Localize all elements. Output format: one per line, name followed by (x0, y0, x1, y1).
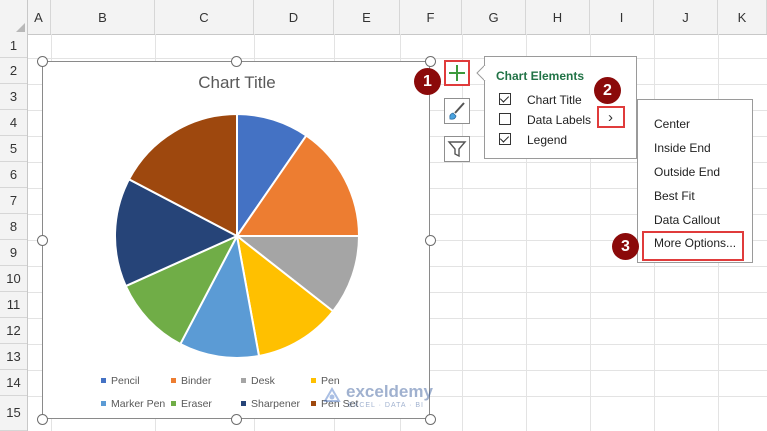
column-header-e[interactable]: E (334, 0, 400, 34)
legend-option[interactable]: Legend (499, 133, 567, 147)
resize-handle-right[interactable] (425, 235, 436, 246)
step-badge-3: 3 (612, 233, 639, 260)
row-header-10[interactable]: 10 (0, 266, 27, 292)
exceldemy-watermark: exceldemy EXCEL · DATA · BI (322, 379, 462, 413)
column-header-h[interactable]: H (526, 0, 590, 34)
row-header-14[interactable]: 14 (0, 370, 27, 396)
menu-item-data-callout[interactable]: Data Callout (654, 213, 720, 227)
legend-item-sharpener[interactable]: Sharpener (241, 398, 300, 410)
row-header-3[interactable]: 3 (0, 84, 27, 110)
row-header-11[interactable]: 11 (0, 292, 27, 318)
exceldemy-logo-icon (323, 387, 341, 402)
chart-filters-button[interactable] (444, 136, 470, 162)
resize-handle-bottom-left[interactable] (37, 414, 48, 425)
column-header-k[interactable]: K (718, 0, 767, 34)
row-header-bar: 1 2 3 4 5 6 7 8 9 10 11 12 13 14 15 (0, 34, 28, 431)
chart-styles-button[interactable] (444, 98, 470, 124)
row-header-15[interactable]: 15 (0, 396, 27, 431)
more-options-highlight (642, 231, 744, 261)
column-header-c[interactable]: C (155, 0, 254, 34)
plus-icon (449, 65, 465, 81)
column-header-bar: A B C D E F G H I J K (0, 0, 767, 35)
chart-elements-button[interactable] (444, 60, 470, 86)
panel-pointer (476, 65, 486, 81)
row-header-5[interactable]: 5 (0, 136, 27, 162)
row-header-9[interactable]: 9 (0, 240, 27, 266)
legend-item-pencil[interactable]: Pencil (101, 375, 140, 387)
data-labels-option[interactable]: Data Labels (499, 113, 591, 127)
row-header-12[interactable]: 12 (0, 318, 27, 344)
row-header-1[interactable]: 1 (0, 34, 27, 58)
row-header-2[interactable]: 2 (0, 58, 27, 84)
legend-item-marker-pen[interactable]: Marker Pen (101, 398, 165, 410)
select-all-corner[interactable] (0, 0, 28, 34)
legend-item-eraser[interactable]: Eraser (171, 398, 212, 410)
column-header-g[interactable]: G (462, 0, 526, 34)
column-header-a[interactable]: A (27, 0, 51, 34)
menu-item-outside-end[interactable]: Outside End (654, 165, 720, 179)
pie-chart-plot[interactable] (43, 62, 431, 420)
legend-checkbox[interactable] (499, 133, 511, 145)
menu-item-inside-end[interactable]: Inside End (654, 141, 711, 155)
resize-handle-top-left[interactable] (37, 56, 48, 67)
step-badge-1: 1 (414, 68, 441, 95)
chart-elements-title: Chart Elements (496, 69, 585, 83)
resize-handle-top[interactable] (231, 56, 242, 67)
resize-handle-left[interactable] (37, 235, 48, 246)
step-badge-2: 2 (594, 77, 621, 104)
legend-item-desk[interactable]: Desk (241, 375, 275, 387)
row-header-7[interactable]: 7 (0, 188, 27, 214)
column-header-i[interactable]: I (590, 0, 654, 34)
legend-item-binder[interactable]: Binder (171, 375, 211, 387)
paintbrush-icon (449, 102, 465, 120)
menu-item-center[interactable]: Center (654, 117, 690, 131)
data-labels-checkbox[interactable] (499, 113, 511, 125)
data-labels-arrow-button[interactable]: › (597, 106, 625, 128)
resize-handle-top-right[interactable] (425, 56, 436, 67)
column-header-b[interactable]: B (51, 0, 155, 34)
chevron-right-icon: › (608, 109, 613, 126)
row-header-8[interactable]: 8 (0, 214, 27, 240)
funnel-icon (447, 141, 467, 158)
row-header-13[interactable]: 13 (0, 344, 27, 370)
pie-chart-object[interactable]: Chart Title Pencil Binder Desk Pen Marke… (42, 61, 430, 419)
column-header-d[interactable]: D (254, 0, 334, 34)
column-header-f[interactable]: F (400, 0, 462, 34)
row-header-6[interactable]: 6 (0, 162, 27, 188)
resize-handle-bottom[interactable] (231, 414, 242, 425)
resize-handle-bottom-right[interactable] (425, 414, 436, 425)
column-header-j[interactable]: J (654, 0, 718, 34)
menu-item-best-fit[interactable]: Best Fit (654, 189, 695, 203)
chart-title-option[interactable]: Chart Title (499, 93, 582, 107)
chart-title-checkbox[interactable] (499, 93, 511, 105)
row-header-4[interactable]: 4 (0, 110, 27, 136)
